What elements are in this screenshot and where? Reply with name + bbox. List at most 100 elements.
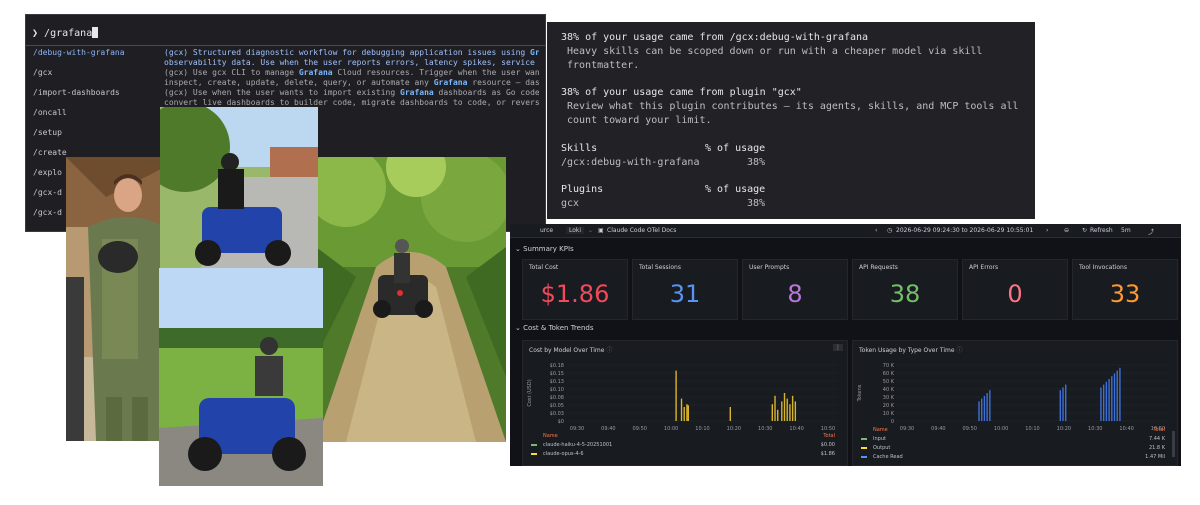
usage-panel: 38% of your usage came from /gcx:debug-w… [547, 22, 1035, 219]
x-tick-label: 10:10 [1025, 426, 1039, 432]
legend-series-name[interactable]: Input [873, 436, 886, 442]
y-tick-label: $0.03 [550, 411, 564, 417]
bar [1105, 381, 1108, 421]
skill-pct: 38% [747, 157, 766, 168]
time-range-picker[interactable]: 2026-06-29 09:24:30 to 2026-06-29 10:55:… [896, 227, 1033, 234]
bar [1102, 384, 1105, 421]
command-name: /gcx [33, 68, 53, 77]
command-name: /gcx-d [33, 208, 62, 217]
legend-series-total: $0.00 [820, 442, 835, 448]
command-name: /explo [33, 168, 62, 177]
bar [781, 401, 783, 421]
info-icon: ⓘ [956, 347, 963, 354]
legend-series-name[interactable]: claude-opus-4-6 [543, 451, 584, 457]
kpi-card[interactable]: Total Cost $1.86 [522, 259, 628, 320]
time-forward-icon[interactable]: › [1046, 227, 1048, 234]
panel-cost-by-model[interactable]: Cost by Model Over Time ⓘ ⋮ $0.18 $0.15 $0… [522, 340, 848, 466]
x-tick-label: 10:10 [695, 426, 709, 432]
share-icon[interactable]: ⤴ [1148, 227, 1154, 236]
legend-series-name[interactable]: claude-haiku-4-5-20251001 [543, 442, 612, 448]
section-kpis[interactable]: ⌄ Summary KPIs [515, 245, 574, 253]
y-tick-label: $0.15 [550, 371, 564, 377]
kpi-card[interactable]: API Errors 0 [962, 259, 1068, 320]
bar [683, 407, 685, 421]
x-tick-label: 10:50 [821, 426, 835, 432]
y-tick-label: $0.08 [550, 395, 564, 401]
refresh-interval[interactable]: 5m [1121, 227, 1131, 234]
command-description: (gcx) Structured diagnostic workflow for… [164, 48, 539, 68]
y-tick-label: 60 K [883, 371, 895, 377]
legend-series-total: 21.8 K [1148, 445, 1165, 451]
kpi-value: 31 [669, 280, 701, 308]
x-tick-label: 09:50 [633, 426, 647, 432]
kpi-card[interactable]: Total Sessions 31 [632, 259, 738, 320]
command-row[interactable]: /import-dashboards (gcx) Use when the use… [26, 88, 545, 108]
kpi-value: 38 [889, 280, 921, 308]
legend-series-total: 1.47 Mil [1145, 454, 1165, 460]
datasource-select[interactable]: Loki [566, 227, 585, 234]
kpi-card[interactable]: API Requests 38 [852, 259, 958, 320]
command-row[interactable]: /gcx (gcx) Use gcx CLI to manage Grafana … [26, 68, 545, 88]
bar [729, 407, 731, 421]
command-row[interactable]: /debug-with-grafana (gcx) Structured diag… [26, 48, 545, 68]
kpi-value: 8 [787, 280, 803, 308]
legend-swatch [861, 456, 867, 458]
usage-skill-heading: 38% of your usage came from /gcx:debug-w… [561, 32, 869, 43]
command-description-line: (gcx) Structured diagnostic workflow for… [164, 48, 539, 58]
command-name: /oncall [33, 108, 67, 117]
command-description-line: observability data. Use when the user re… [164, 58, 539, 67]
chevron-down-icon[interactable]: ⌄ [588, 227, 593, 234]
section-trends[interactable]: ⌄ Cost & Token Trends [515, 324, 594, 332]
bar [783, 393, 786, 421]
y-tick-label: $0.05 [550, 403, 564, 409]
panel-token-usage[interactable]: Token Usage by Type Over Time ⓘ 70 K 60 K… [852, 340, 1178, 466]
zoom-out-icon[interactable]: ⊖ [1064, 227, 1069, 234]
terminal-prompt[interactable]: ❯ /grafana [32, 27, 99, 39]
bar [771, 404, 774, 421]
legend-scrollbar[interactable] [1172, 431, 1175, 457]
command-name: /debug-with-grafana [33, 48, 125, 57]
terminal-command[interactable]: /grafana [44, 28, 92, 39]
refresh-icon[interactable]: ↻ [1082, 227, 1087, 234]
terminal-divider [26, 45, 545, 46]
y-axis-label: Tokens [857, 384, 863, 402]
panel-menu-icon[interactable]: ⋮ [833, 344, 843, 351]
photo-quad-on-lane [160, 107, 318, 269]
chevron-down-icon: ⌄ [515, 324, 524, 332]
panel-title: Cost by Model Over Time ⓘ [529, 347, 613, 354]
keyword-highlight: Grafana [400, 88, 434, 97]
bar [989, 390, 991, 421]
time-back-icon[interactable]: ‹ [875, 227, 877, 234]
bar [978, 401, 980, 421]
kpi-title: API Errors [969, 264, 999, 271]
bar [1111, 376, 1113, 421]
refresh-button[interactable]: Refresh [1090, 227, 1113, 234]
keyword-highlight: Grafana [298, 68, 333, 77]
bar [789, 404, 791, 421]
skills-header: Skills [561, 143, 598, 154]
docs-link[interactable]: Claude Code OTel Docs [607, 227, 676, 234]
kpi-title: API Requests [859, 264, 898, 271]
kpi-card[interactable]: Tool Invocations 33 [1072, 259, 1178, 320]
y-tick-label: $0.18 [550, 363, 564, 369]
x-tick-label: 10:30 [1088, 426, 1102, 432]
command-name: /setup [33, 128, 62, 137]
command-name: /gcx-d [33, 188, 62, 197]
usage-plugin-note: Review what this plugin contributes — it… [567, 101, 1019, 112]
bar [1062, 387, 1064, 421]
kpi-card[interactable]: User Prompts 8 [742, 259, 848, 320]
legend-series-total: 7.44 K [1148, 436, 1165, 442]
legend-series-name[interactable]: Output [873, 445, 890, 451]
bar [1108, 379, 1110, 421]
command-description-line: (gcx) Use when the user wants to import … [164, 88, 539, 97]
bar [1065, 384, 1067, 421]
photo-forest-trail-quad [316, 157, 506, 442]
docs-link-icon: ▣ [598, 227, 604, 234]
info-icon: ⓘ [606, 347, 613, 354]
x-tick-label: 09:40 [931, 426, 945, 432]
legend-series-name[interactable]: Cache Read [873, 454, 903, 460]
y-tick-label: 20 K [883, 403, 895, 409]
y-axis-label: Cost (USD) [527, 379, 533, 406]
usage-plugin-heading: 38% of your usage came from plugin "gcx" [561, 87, 802, 98]
plugins-header: Plugins [561, 184, 604, 195]
